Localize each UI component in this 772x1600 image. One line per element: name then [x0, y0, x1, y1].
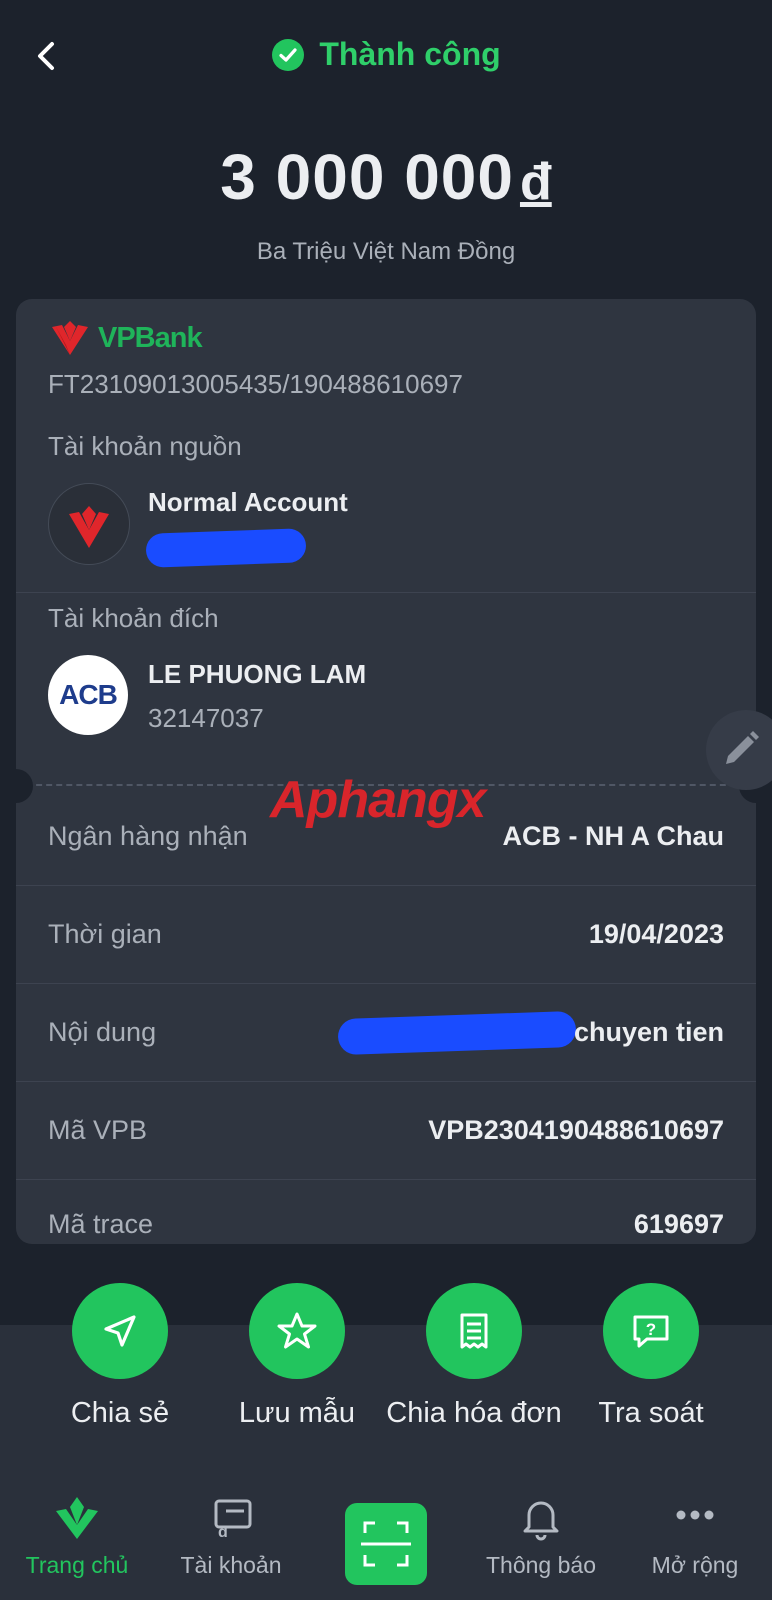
acb-bank-avatar: ACB [48, 655, 128, 735]
vpbank-logo-text: VPBank [98, 321, 203, 354]
inquiry-button[interactable]: ? [603, 1283, 699, 1379]
destination-account-name: LE PHUONG LAM [148, 659, 367, 689]
tab-more-label: Mở rộng [651, 1552, 739, 1578]
tab-more[interactable]: Mở rộng [618, 1495, 772, 1579]
home-leaf-icon [56, 1497, 98, 1539]
vpbank-logo: VPBank [48, 319, 203, 357]
status-text: Thành công [319, 36, 501, 72]
destination-account-label: Tài khoản đích [48, 603, 219, 633]
inquiry-action[interactable]: ? Tra soát [561, 1283, 741, 1430]
detail-value: 19/04/2023 [588, 919, 724, 949]
share-label: Chia sẻ [70, 1397, 170, 1429]
tab-accounts[interactable]: đ Tài khoản [154, 1495, 308, 1579]
watermark-text: Aphangx [270, 771, 486, 829]
amount-value: 3 000 000 [220, 141, 514, 213]
amount-in-words: Ba Triệu Việt Nam Đồng [256, 238, 516, 265]
currency-symbol: đ [519, 153, 552, 211]
detail-row-vpb-code: Mã VPB VPB2304190488610697 [16, 1081, 756, 1180]
tab-home-label: Trang chủ [25, 1552, 129, 1578]
detail-label: Thời gian [48, 919, 162, 949]
tab-home[interactable]: Trang chủ [0, 1495, 154, 1579]
wallet-icon: đ [214, 1499, 252, 1541]
detail-label: Nội dung [48, 1017, 157, 1047]
redacted-account-number [145, 528, 307, 568]
detail-value: 619697 [633, 1209, 724, 1239]
detail-row-content: Nội dung chuyen tien [16, 983, 756, 1082]
split-bill-label: Chia hóa đơn [386, 1397, 562, 1429]
detail-label: Ngân hàng nhận [48, 821, 248, 851]
check-circle-icon [272, 38, 305, 71]
detail-label: Mã trace [48, 1209, 154, 1239]
amount-display: 3 000 000 đ [0, 140, 772, 214]
tab-notifications[interactable]: Thông báo [464, 1495, 618, 1579]
tab-notifications-label: Thông báo [486, 1552, 596, 1578]
detail-value: VPB2304190488610697 [428, 1115, 724, 1145]
detail-value: chuyen tien [573, 1017, 724, 1047]
detail-row-time: Thời gian 19/04/2023 [16, 885, 756, 984]
destination-account-number: 32147037 [148, 703, 264, 733]
acb-logo-text: ACB [59, 679, 118, 710]
save-template-button[interactable] [249, 1283, 345, 1379]
action-bar: Chia sẻ Lưu mẫu Chia hóa đơn ? Tra soát [0, 1283, 772, 1485]
watermark: Aphangx [270, 770, 486, 830]
edit-button[interactable] [706, 710, 772, 790]
header: Thành công [0, 0, 772, 120]
bottom-tab-bar: Trang chủ đ Tài khoản Thông báo Mở rộng [0, 1485, 772, 1600]
redacted-content [337, 1010, 577, 1056]
scan-frame-icon [361, 1521, 411, 1567]
bell-icon [523, 1501, 559, 1541]
qr-scan-button[interactable] [345, 1503, 427, 1585]
save-template-label: Lưu mẫu [238, 1397, 356, 1429]
tab-accounts-label: Tài khoản [180, 1552, 282, 1578]
vpbank-flower-icon [69, 506, 109, 548]
more-icon [676, 1510, 714, 1520]
share-button[interactable] [72, 1283, 168, 1379]
source-account-label: Tài khoản nguồn [48, 431, 242, 461]
save-template-action[interactable]: Lưu mẫu [207, 1283, 387, 1430]
source-account-name: Normal Account [148, 487, 348, 517]
split-bill-button[interactable] [426, 1283, 522, 1379]
detail-row-trace-code: Mã trace 619697 [16, 1179, 756, 1244]
receipt-icon [460, 1313, 488, 1349]
svg-text:?: ? [646, 1320, 656, 1339]
divider [16, 592, 756, 593]
share-action[interactable]: Chia sẻ [30, 1283, 210, 1430]
source-bank-avatar [48, 483, 130, 565]
split-bill-action[interactable]: Chia hóa đơn [384, 1283, 564, 1430]
send-icon [104, 1315, 136, 1347]
star-icon [277, 1312, 317, 1349]
detail-label: Mã VPB [48, 1115, 148, 1145]
inquiry-label: Tra soát [598, 1397, 704, 1429]
transaction-reference: FT23109013005435/190488610697 [48, 369, 463, 399]
status-indicator: Thành công [0, 36, 772, 73]
detail-value: ACB - NH A Chau [502, 821, 724, 851]
pencil-icon [726, 731, 759, 764]
help-chat-icon: ? [633, 1315, 669, 1348]
svg-text:đ: đ [218, 1524, 228, 1541]
vpbank-flower-icon [52, 321, 88, 355]
